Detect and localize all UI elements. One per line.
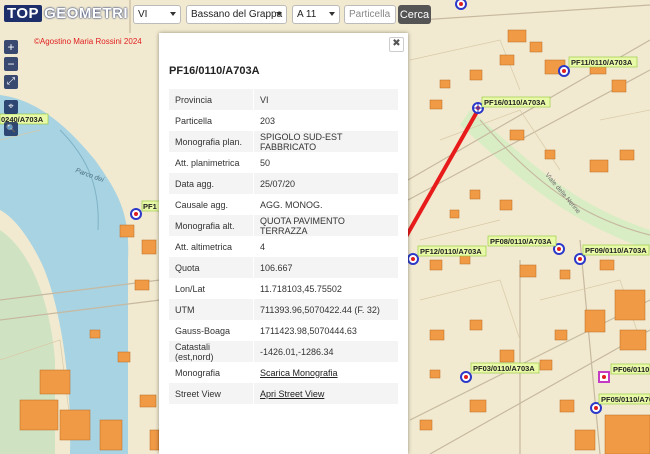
table-row: Lon/Lat 11.718103,45.75502 [169,278,398,299]
copyright-text: ©Agostino Maria Rossini 2024 [34,37,142,46]
row-value: 1711423.98,5070444.63 [260,325,357,336]
row-value: 4 [260,241,266,252]
comune-select[interactable]: Bassano del Grappa [186,5,287,24]
label-pf11: PF11/0110/A703A [571,58,633,67]
search-button[interactable]: Cerca [398,5,431,24]
row-value: AGG. MONOG. [260,199,323,210]
table-row: Monografia plan. SPIGOLO SUD-EST FABBRICA… [169,131,398,152]
row-label: Lon/Lat [169,278,254,299]
row-value: 711393.96,5070422.44 (F. 32) [254,299,398,320]
table-row: UTM 711393.96,5070422.44 (F. 32) [169,299,398,320]
label-pf12: PF12/0110/A703A [420,247,482,256]
row-label: Provincia [169,89,254,110]
row-label: Monografia [169,362,254,383]
particella-input[interactable]: Particella [344,5,396,24]
table-row: Gauss-Boaga 1711423.98,5070444.63 [169,320,398,341]
label-pf16: PF16/0110/A703A [484,98,546,107]
row-value: SPIGOLO SUD-EST FABBRICATO [254,131,398,152]
row-value: QUOTA PAVIMENTO TERRAZZA [254,215,398,236]
chevron-down-icon [329,12,335,16]
label-pf09: PF09/0110/A703A [585,246,647,255]
table-row: Att. altimetrica 4 [169,236,398,257]
row-label: UTM [169,299,254,320]
chevron-down-icon [276,12,282,16]
row-value: 203 [260,115,276,126]
row-label: Gauss-Boaga [169,320,254,341]
row-value: 106.667 [254,257,398,278]
province-select[interactable]: VI [133,5,181,24]
info-panel: ✖ PF16/0110/A703A Provincia VI Particella… [159,33,408,454]
close-icon[interactable]: ✖ [389,37,404,52]
street-view-link[interactable]: Apri Street View [260,389,324,399]
table-row: Monografia Scarica Monografia [169,362,398,383]
panel-title: PF16/0110/A703A [169,65,260,77]
row-value: 25/07/20 [254,173,398,194]
row-value: VI [254,89,398,110]
row-label: Causale agg. [169,194,254,215]
row-value: -1426.01,-1286.34 [254,341,398,362]
label-pf-left: PF1 [143,202,157,211]
app-logo: TOP GEOMETRI [4,4,128,22]
search-icon[interactable]: 🔍 [4,122,18,136]
row-label: Street View [169,383,254,404]
row-value: 50 [260,157,271,168]
row-label: Catastali (est,nord) [169,341,254,362]
foglio-select[interactable]: A 11 [292,5,340,24]
table-row: Att. planimetrica 50 [169,152,398,173]
row-label: Att. altimetrica [169,236,254,257]
table-row: Causale agg. AGG. MONOG. [169,194,398,215]
label-pf03: PF03/0110/A703A [473,364,535,373]
row-value: 11.718103,45.75502 [260,283,342,294]
table-row: Particella 203 [169,110,398,131]
table-row: Catastali (est,nord) -1426.01,-1286.34 [169,341,398,362]
zoom-in-button[interactable]: + [4,40,18,54]
label-pf08: PF08/0110/A703A [490,237,552,246]
table-row: Provincia VI [169,89,398,110]
row-label: Monografia alt. [169,215,254,236]
table-row: Street View Apri Street View [169,383,398,404]
fullscreen-icon[interactable]: ⤢ [4,75,18,89]
row-label: Data agg. [169,173,254,194]
row-label: Monografia plan. [169,131,254,152]
zoom-out-button[interactable]: − [4,57,18,71]
chevron-down-icon [170,12,176,16]
label-pf06: PF06/0110 [613,365,649,374]
row-label: Particella [169,110,254,131]
locate-icon[interactable]: ⌖ [4,100,18,114]
row-label: Quota [169,257,254,278]
download-monografia-link[interactable]: Scarica Monografia [260,368,338,378]
table-row: Data agg. 25/07/20 [169,173,398,194]
table-row: Quota 106.667 [169,257,398,278]
row-label: Att. planimetrica [169,152,254,173]
table-row: Monografia alt. QUOTA PAVIMENTO TERRAZZA [169,215,398,236]
info-table: Provincia VI Particella 203 Monografia pla… [169,89,398,404]
label-pf05: PF05/0110/A703A [601,395,650,404]
